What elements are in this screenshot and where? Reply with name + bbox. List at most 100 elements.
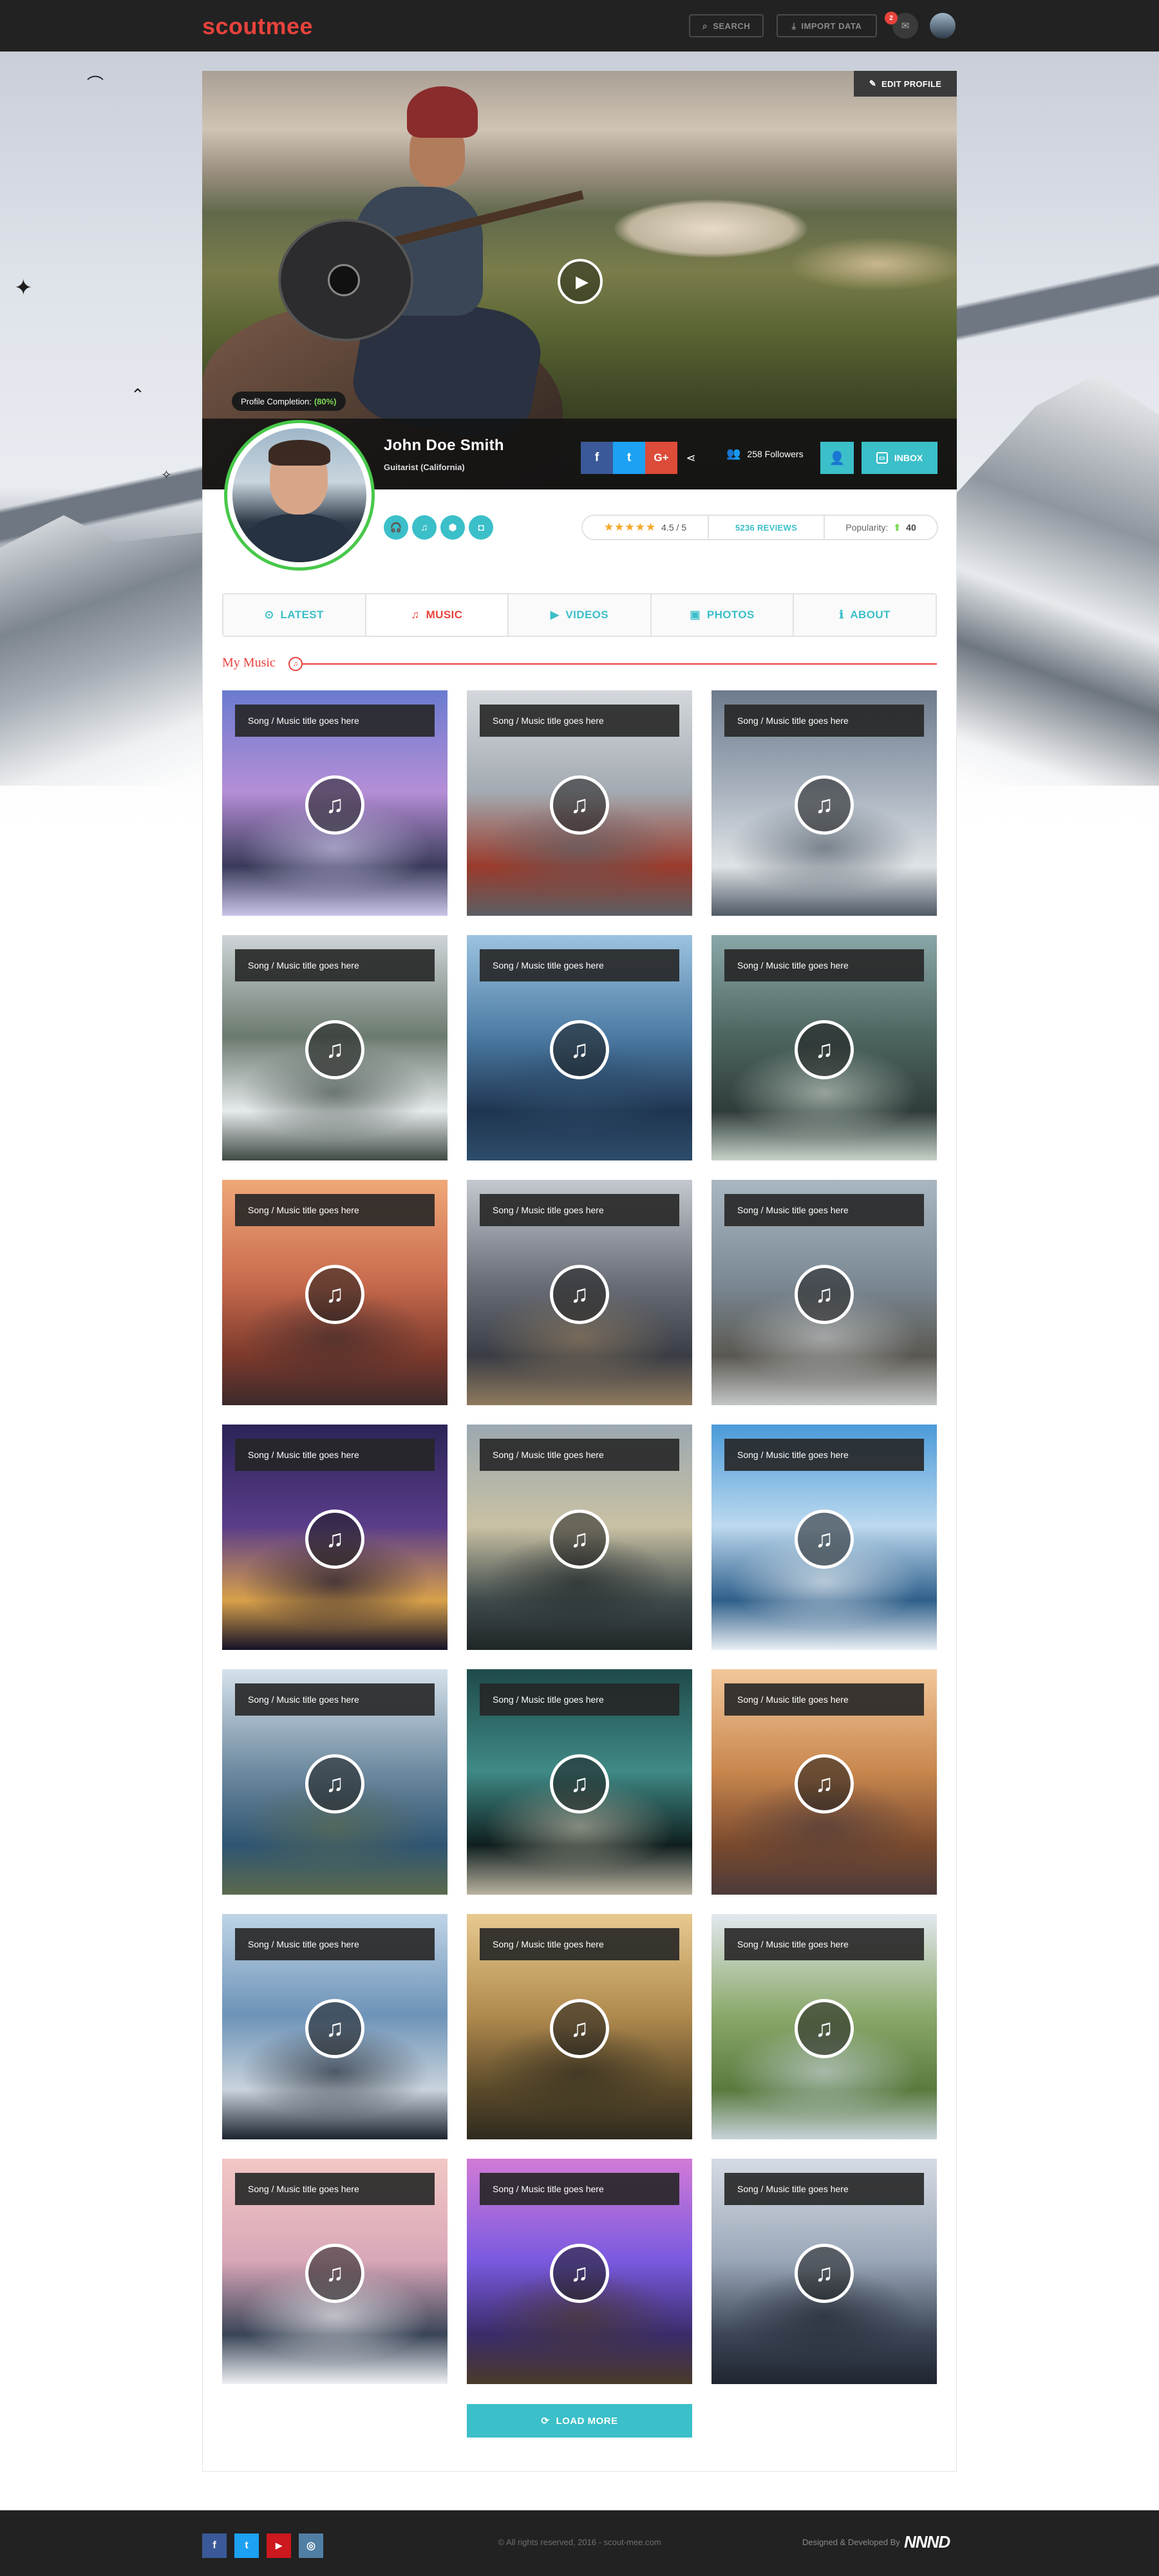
music-card[interactable]: Song / Music title goes here ♫ <box>222 2159 448 2384</box>
music-card[interactable]: Song / Music title goes here ♫ <box>222 1669 448 1895</box>
music-note-play-button[interactable]: ♫ <box>550 1020 609 1079</box>
search-button[interactable]: ⌕ SEARCH <box>689 14 764 37</box>
android-icon[interactable]: ⬢ <box>440 515 465 540</box>
music-title: Song / Music title goes here <box>480 705 679 737</box>
music-card[interactable]: Song / Music title goes here ♫ <box>711 935 937 1160</box>
music-icon[interactable]: ♫ <box>412 515 437 540</box>
music-note-play-button[interactable]: ♫ <box>305 1754 364 1814</box>
tab-music[interactable]: ♫ MUSIC <box>364 594 508 636</box>
google-plus-icon: G+ <box>654 451 669 464</box>
music-card[interactable]: Song / Music title goes here ♫ <box>222 1914 448 2139</box>
music-note-play-button[interactable]: ♫ <box>305 1020 364 1079</box>
music-note-play-button[interactable]: ♫ <box>550 1265 609 1324</box>
music-note-icon: ♫ <box>570 1036 589 1063</box>
music-note-play-button[interactable]: ♫ <box>795 1265 854 1324</box>
share-icon: ⋖ <box>686 451 696 464</box>
music-title: Song / Music title goes here <box>724 1928 924 1960</box>
music-note-play-button[interactable]: ♫ <box>550 1999 609 2058</box>
users-icon: 👥 <box>726 447 741 460</box>
tab-about[interactable]: ℹ ABOUT <box>793 594 936 636</box>
music-title: Song / Music title goes here <box>480 1439 679 1471</box>
play-video-button[interactable]: ▶ <box>558 259 603 304</box>
tab-photos[interactable]: ▣ PHOTOS <box>650 594 793 636</box>
music-note-icon: ♫ <box>570 1525 589 1553</box>
section-title: My Music <box>222 656 276 670</box>
facebook-button[interactable]: f <box>581 442 613 474</box>
avatar-body <box>244 513 353 562</box>
music-note-play-button[interactable]: ♫ <box>305 1265 364 1324</box>
music-card[interactable]: Song / Music title goes here ♫ <box>711 690 937 916</box>
music-note-play-button[interactable]: ♫ <box>550 1510 609 1569</box>
music-card[interactable]: Song / Music title goes here ♫ <box>711 1914 937 2139</box>
music-card[interactable]: Song / Music title goes here ♫ <box>711 2159 937 2384</box>
music-card[interactable]: Song / Music title goes here ♫ <box>467 2159 692 2384</box>
music-title: Song / Music title goes here <box>235 1928 435 1960</box>
music-card[interactable]: Song / Music title goes here ♫ <box>711 1425 937 1650</box>
music-card[interactable]: Song / Music title goes here ♫ <box>222 1180 448 1405</box>
twitter-icon: t <box>627 451 632 464</box>
music-card[interactable]: Song / Music title goes here ♫ <box>222 935 448 1160</box>
share-button[interactable]: ⋖ <box>681 448 701 468</box>
profile-name: John Doe Smith <box>384 437 504 454</box>
music-card[interactable]: Song / Music title goes here ♫ <box>467 690 692 916</box>
twitter-button[interactable]: t <box>613 442 645 474</box>
music-note-play-button[interactable]: ♫ <box>305 1510 364 1569</box>
pencil-icon: ✎ <box>869 79 877 88</box>
music-title: Song / Music title goes here <box>480 1683 679 1716</box>
followers-count[interactable]: 👥 258 Followers <box>726 447 804 460</box>
music-title: Song / Music title goes here <box>724 1683 924 1716</box>
music-note-play-button[interactable]: ♫ <box>305 775 364 835</box>
google-plus-button[interactable]: G+ <box>645 442 677 474</box>
music-card[interactable]: Song / Music title goes here ♫ <box>467 1914 692 2139</box>
developer-logo[interactable]: NNND <box>904 2532 950 2552</box>
music-title: Song / Music title goes here <box>480 1194 679 1226</box>
bird-icon: ⌃ <box>131 385 145 404</box>
music-title: Song / Music title goes here <box>235 705 435 737</box>
logo[interactable]: scoutmee <box>202 13 313 40</box>
profile-avatar[interactable] <box>224 420 375 571</box>
music-card[interactable]: Song / Music title goes here ♫ <box>467 1669 692 1895</box>
music-note-play-button[interactable]: ♫ <box>550 1754 609 1814</box>
avatar-photo <box>232 428 366 562</box>
avatar-hair <box>269 440 330 466</box>
tab-latest[interactable]: ⊙ LATEST <box>223 594 365 636</box>
music-note-play-button[interactable]: ♫ <box>795 2244 854 2303</box>
inbox-button[interactable]: ▭ INBOX <box>862 442 938 474</box>
follow-button[interactable]: 👤 <box>820 442 854 474</box>
reviews-link[interactable]: 5236 REVIEWS <box>708 516 824 539</box>
headphones-icon[interactable]: 🎧 <box>384 515 408 540</box>
import-data-button[interactable]: ⤓ IMPORT DATA <box>777 14 877 37</box>
top-navbar: scoutmee ⌕ SEARCH ⤓ IMPORT DATA ✉ 2 <box>0 0 1159 52</box>
music-card[interactable]: Song / Music title goes here ♫ <box>222 1425 448 1650</box>
user-avatar[interactable] <box>930 13 956 39</box>
edit-profile-button[interactable]: ✎ EDIT PROFILE <box>854 71 957 97</box>
music-note-play-button[interactable]: ♫ <box>795 775 854 835</box>
music-note-play-button[interactable]: ♫ <box>305 1999 364 2058</box>
music-note-play-button[interactable]: ♫ <box>550 775 609 835</box>
music-card[interactable]: Song / Music title goes here ♫ <box>711 1180 937 1405</box>
bird-icon: ⌒ <box>87 75 104 94</box>
video-camera-icon: ▶ <box>550 609 560 621</box>
music-note-play-button[interactable]: ♫ <box>795 1999 854 2058</box>
music-note-play-button[interactable]: ♫ <box>795 1754 854 1814</box>
music-note-icon: ♫ <box>570 2014 589 2042</box>
inbox-icon: ▭ <box>876 452 888 464</box>
music-card[interactable]: Song / Music title goes here ♫ <box>467 1425 692 1650</box>
load-more-button[interactable]: ⟳ LOAD MORE <box>467 2404 692 2438</box>
music-note-play-button[interactable]: ♫ <box>305 2244 364 2303</box>
tab-videos[interactable]: ▶ VIDEOS <box>507 594 650 636</box>
bird-icon: ✧ <box>161 468 172 482</box>
popularity: Popularity: ⬆ 40 <box>824 516 937 539</box>
music-note-icon: ♫ <box>815 1036 834 1063</box>
music-card[interactable]: Song / Music title goes here ♫ <box>222 690 448 916</box>
footer: f t ▶ ◎ © All rights reserved, 2016 - sc… <box>0 2510 1159 2576</box>
gamepad-icon[interactable]: ◘ <box>469 515 493 540</box>
music-card[interactable]: Song / Music title goes here ♫ <box>467 935 692 1160</box>
music-note-play-button[interactable]: ♫ <box>795 1510 854 1569</box>
music-note-play-button[interactable]: ♫ <box>550 2244 609 2303</box>
music-card[interactable]: Song / Music title goes here ♫ <box>467 1180 692 1405</box>
music-note-icon: ♫ <box>570 2259 589 2287</box>
music-card[interactable]: Song / Music title goes here ♫ <box>711 1669 937 1895</box>
music-note-play-button[interactable]: ♫ <box>795 1020 854 1079</box>
profile-completion: Profile Completion: (80%) <box>232 392 346 411</box>
